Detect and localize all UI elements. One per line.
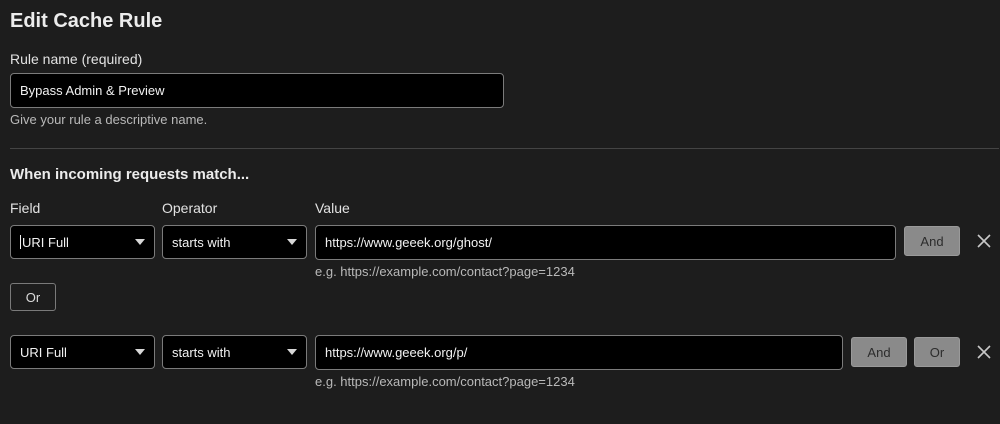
match-section-title: When incoming requests match... — [10, 166, 250, 183]
rule-name-value: Bypass Admin & Preview — [20, 83, 165, 98]
chevron-down-icon — [135, 239, 145, 245]
value-input-2-value: https://www.geeek.org/p/ — [325, 345, 468, 360]
chevron-down-icon — [287, 349, 297, 355]
and-button-2[interactable]: And — [851, 337, 907, 367]
field-select-2-value: URI Full — [20, 344, 67, 360]
rule-name-label: Rule name (required) — [10, 51, 143, 67]
value-input-1[interactable]: https://www.geeek.org/ghost/ — [315, 225, 896, 260]
operator-column-header: Operator — [162, 200, 218, 216]
value-input-1-value: https://www.geeek.org/ghost/ — [325, 235, 492, 250]
or-button-2[interactable]: Or — [914, 337, 960, 367]
remove-condition-2-button[interactable] — [976, 344, 992, 365]
field-column-header: Field — [10, 200, 41, 216]
close-icon — [977, 234, 991, 248]
field-select-2[interactable]: URI Full — [10, 335, 155, 369]
operator-select-2[interactable]: starts with — [162, 335, 307, 369]
operator-select-1-value: starts with — [172, 234, 231, 250]
remove-condition-1-button[interactable] — [976, 233, 992, 254]
section-divider — [10, 148, 999, 149]
field-select-1-value: URI Full — [22, 234, 69, 250]
text-cursor — [20, 235, 21, 249]
rule-name-input[interactable]: Bypass Admin & Preview — [10, 73, 504, 108]
chevron-down-icon — [287, 239, 297, 245]
operator-select-2-value: starts with — [172, 344, 231, 360]
and-button-1[interactable]: And — [904, 226, 960, 256]
edit-cache-rule-page: Edit Cache Rule Rule name (required) Byp… — [0, 0, 1000, 424]
close-icon — [977, 345, 991, 359]
value-input-2[interactable]: https://www.geeek.org/p/ — [315, 335, 843, 370]
operator-select-1[interactable]: starts with — [162, 225, 307, 259]
or-button[interactable]: Or — [10, 283, 56, 311]
field-select-1[interactable]: URI Full — [10, 225, 155, 259]
rule-name-help: Give your rule a descriptive name. — [10, 112, 208, 127]
chevron-down-icon — [135, 349, 145, 355]
value-column-header: Value — [315, 200, 350, 216]
value-example-1: e.g. https://example.com/contact?page=12… — [315, 264, 575, 279]
page-title: Edit Cache Rule — [10, 10, 163, 32]
value-example-2: e.g. https://example.com/contact?page=12… — [315, 374, 575, 389]
